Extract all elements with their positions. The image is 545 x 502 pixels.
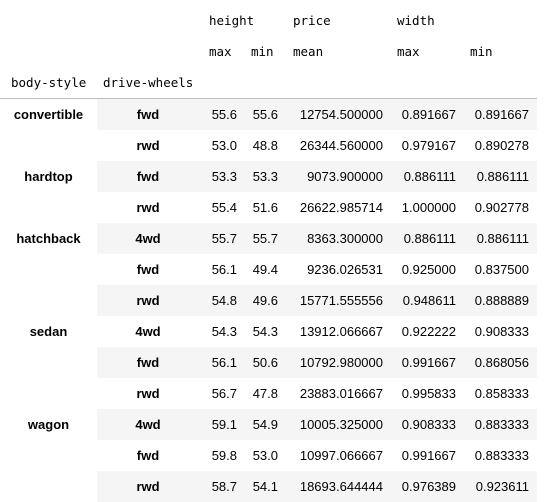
body-style-cell: wagon bbox=[0, 409, 97, 440]
width-min-cell: 0.883333 bbox=[474, 448, 529, 463]
height-min-cell: 55.6 bbox=[252, 107, 278, 122]
width-min-cell: 0.888889 bbox=[474, 293, 529, 308]
col-header-width: width bbox=[397, 13, 435, 28]
col-subheader-height-max: max bbox=[209, 44, 232, 59]
height-min-cell: 53.0 bbox=[252, 448, 278, 463]
body-style-cell bbox=[0, 378, 97, 409]
table-row: rwd 56.7 47.8 23883.016667 0.995833 0.858333 bbox=[0, 378, 537, 409]
index-name-body-style: body-style bbox=[11, 75, 87, 90]
table-row: rwd 54.8 49.6 15771.555556 0.948611 0.888889 bbox=[0, 285, 537, 316]
width-min-cell: 0.886111 bbox=[476, 231, 529, 246]
body-style-cell: convertible bbox=[0, 99, 97, 130]
width-min-cell: 0.891667 bbox=[474, 107, 529, 122]
height-min-cell: 54.9 bbox=[252, 417, 278, 432]
table-row: sedan 4wd 54.3 54.3 13912.066667 0.922222 0.90… bbox=[0, 316, 537, 347]
height-min-cell: 54.1 bbox=[252, 479, 278, 494]
height-min-cell: 54.3 bbox=[252, 324, 278, 339]
col-subheader-price-mean: mean bbox=[293, 44, 324, 59]
table-row: convertible fwd 55.6 55.6 12754.500000 0.8916… bbox=[0, 99, 537, 130]
table-row: fwd 59.8 53.0 10997.066667 0.991667 0.883333 bbox=[0, 440, 537, 471]
body-style-cell: sedan bbox=[0, 316, 97, 347]
col-header-price: price bbox=[293, 13, 331, 28]
col-subheader-height-min: min bbox=[251, 44, 274, 59]
table-row: rwd 53.0 48.8 26344.560000 0.979167 0.890278 bbox=[0, 130, 537, 161]
table-row: hatchback 4wd 55.7 55.7 8363.300000 0.886111 0… bbox=[0, 223, 537, 254]
height-min-cell: 55.7 bbox=[252, 231, 278, 246]
body-style-cell bbox=[0, 440, 97, 471]
table-row: fwd 56.1 50.6 10792.980000 0.991667 0.868056 bbox=[0, 347, 537, 378]
body-style-cell bbox=[0, 471, 97, 502]
height-min-cell: 53.3 bbox=[252, 169, 278, 184]
width-min-cell: 0.883333 bbox=[474, 417, 529, 432]
col-subheader-width-min: min bbox=[470, 44, 493, 59]
width-min-cell: 0.902778 bbox=[474, 200, 529, 215]
table-row: rwd 58.7 54.1 18693.644444 0.976389 0.923611 bbox=[0, 471, 537, 502]
body-style-cell bbox=[0, 130, 97, 161]
body-style-cell bbox=[0, 192, 97, 223]
body-style-cell: hardtop bbox=[0, 161, 97, 192]
index-name-drive-wheels: drive-wheels bbox=[103, 75, 194, 90]
table-row: hardtop fwd 53.3 53.3 9073.900000 0.886111 0.8… bbox=[0, 161, 537, 192]
height-min-cell: 50.6 bbox=[252, 355, 278, 370]
width-min-cell: 0.837500 bbox=[474, 262, 529, 277]
col-header-height: height bbox=[209, 13, 255, 28]
width-min-cell: 0.868056 bbox=[474, 355, 529, 370]
width-min-cell: 0.923611 bbox=[475, 479, 529, 494]
body-style-cell bbox=[0, 254, 97, 285]
height-min-cell: 47.8 bbox=[252, 386, 278, 401]
body-style-cell: hatchback bbox=[0, 223, 97, 254]
body-style-cell bbox=[0, 285, 97, 316]
width-min-cell: 0.858333 bbox=[474, 386, 529, 401]
table-row: wagon 4wd 59.1 54.9 10005.325000 0.908333 0.88… bbox=[0, 409, 537, 440]
width-min-cell: 0.886111 bbox=[476, 169, 529, 184]
table-row: rwd 55.4 51.6 26622.985714 1.000000 0.902778 bbox=[0, 192, 537, 223]
height-min-cell: 51.6 bbox=[252, 200, 278, 215]
width-min-cell: 0.908333 bbox=[474, 324, 529, 339]
height-min-cell: 48.8 bbox=[252, 138, 278, 153]
width-min-cell: 0.890278 bbox=[474, 138, 529, 153]
height-min-cell: 49.4 bbox=[252, 262, 278, 277]
table-row: fwd 56.1 49.4 9236.026531 0.925000 0.837500 bbox=[0, 254, 537, 285]
col-subheader-width-max: max bbox=[397, 44, 420, 59]
body-style-cell bbox=[0, 347, 97, 378]
height-min-cell: 49.6 bbox=[252, 293, 278, 308]
